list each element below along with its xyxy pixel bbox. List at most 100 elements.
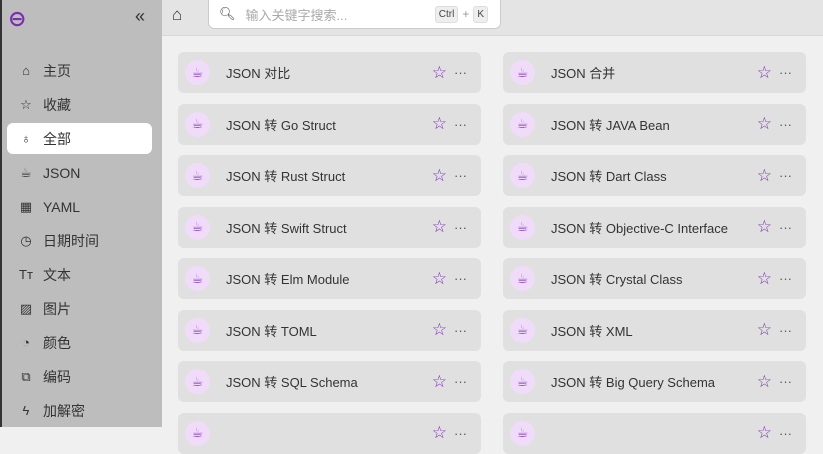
kbd-plus: + [462,7,470,21]
tool-title: JSON 对比 [226,66,291,81]
cup-icon: ☕ [20,164,32,180]
sidebar-item-4[interactable]: ▦ YAML [7,191,152,222]
more-icon[interactable]: ··· [779,271,792,286]
tool-card[interactable]: ☕ JSON 转 Objective-C Interface ☆ ··· [503,206,806,248]
tool-card[interactable]: ☕ JSON 转 Dart Class ☆ ··· [503,155,806,196]
cup-icon: ☕ [510,317,535,343]
tool-title: JSON 转 Swift Struct [226,220,347,236]
more-icon[interactable]: ··· [454,271,467,286]
favorite-star-icon[interactable]: ☆ [432,217,447,237]
home-icon[interactable]: ⌂ [172,5,182,25]
logo-icon: ⊖ [8,6,27,31]
favorite-star-icon[interactable]: ☆ [432,372,447,392]
more-icon[interactable]: ··· [454,323,467,338]
tool-card[interactable]: ☕ ☆ ··· [178,412,481,454]
favorite-star-icon[interactable]: ☆ [432,320,447,340]
tool-title: JSON 转 Dart Class [551,169,667,184]
cup-icon: ☕ [185,420,210,446]
cup-icon: ☕ [185,111,210,137]
sidebar-item-8[interactable]: ◔ 颜色 [7,327,152,358]
sidebar-item-1[interactable]: ☆ 收藏 [7,89,152,120]
search-icon: 🔍︎ [219,6,236,21]
cup-icon: ☕ [185,60,210,85]
cup-icon: ☕ [510,266,535,291]
rocket-icon: ♁ [21,131,31,146]
favorite-star-icon[interactable]: ☆ [432,423,447,443]
tool-card[interactable]: ☕ JSON 对比 ☆ ··· [178,52,481,93]
grid-icon: ▦ [19,198,33,214]
favorite-star-icon[interactable]: ☆ [432,269,447,289]
encode-icon: ⧉ [21,368,31,384]
cup-icon: ☕ [510,163,535,188]
tool-title: JSON 转 Objective-C Interface [551,220,728,236]
tool-card[interactable]: ☕ JSON 转 XML ☆ ··· [503,309,806,351]
search-placeholder: 输入关键字搜索... [245,7,348,23]
tool-card[interactable]: ☕ JSON 转 TOML ☆ ··· [178,309,481,351]
tool-card[interactable]: ☕ ☆ ··· [503,412,806,454]
search-input[interactable]: 🔍︎ 输入关键字搜索... Ctrl + K [208,0,501,29]
more-icon[interactable]: ··· [779,168,792,183]
sidebar-item-0[interactable]: ⌂ 主页 [7,55,152,86]
tool-title: JSON 转 Elm Module [226,272,350,287]
tool-card[interactable]: ☕ JSON 转 SQL Schema ☆ ··· [178,361,481,402]
sidebar-item-label: 文本 [43,266,71,283]
more-icon[interactable]: ··· [779,323,792,338]
more-icon[interactable]: ··· [779,374,792,389]
collapse-sidebar-icon[interactable]: « [135,6,145,27]
favorite-star-icon[interactable]: ☆ [432,166,447,186]
sidebar-item-label: 图片 [43,300,71,317]
more-icon[interactable]: ··· [779,65,792,80]
more-icon[interactable]: ··· [454,374,467,389]
more-icon[interactable]: ··· [779,220,792,235]
sidebar-item-2[interactable]: ♁ 全部 [7,123,152,154]
favorite-star-icon[interactable]: ☆ [757,114,772,134]
sidebar-item-label: YAML [43,198,81,215]
more-icon[interactable]: ··· [454,168,467,183]
sidebar-item-label: 全部 [43,130,71,147]
sidebar-item-label: 收藏 [43,96,71,113]
favorite-star-icon[interactable]: ☆ [757,320,772,340]
more-icon[interactable]: ··· [454,220,467,235]
favorite-star-icon[interactable]: ☆ [757,166,772,186]
image-icon: ▨ [19,300,33,316]
favorite-star-icon[interactable]: ☆ [757,423,772,443]
sidebar-item-9[interactable]: ⧉ 编码 [7,361,152,392]
more-icon[interactable]: ··· [454,117,467,132]
sidebar-item-10[interactable]: ϟ 加解密 [7,395,152,426]
tool-card[interactable]: ☕ JSON 转 Big Query Schema ☆ ··· [503,361,806,402]
sidebar-item-label: JSON [43,164,81,181]
favorite-star-icon[interactable]: ☆ [757,269,772,289]
favorite-star-icon[interactable]: ☆ [757,372,772,392]
cup-icon: ☕ [185,317,210,343]
tool-title: JSON 转 TOML [226,323,317,339]
tool-card[interactable]: ☕ JSON 合并 ☆ ··· [503,52,806,93]
tool-title: JSON 转 XML [551,323,633,339]
sidebar-item-7[interactable]: ▨ 图片 [7,293,152,324]
tool-card[interactable]: ☕ JSON 转 JAVA Bean ☆ ··· [503,103,806,145]
sidebar-item-6[interactable]: Tт 文本 [7,259,152,290]
tool-card[interactable]: ☕ JSON 转 Elm Module ☆ ··· [178,258,481,299]
more-icon[interactable]: ··· [779,117,792,132]
tool-card[interactable]: ☕ JSON 转 Crystal Class ☆ ··· [503,258,806,299]
sidebar-item-label: 编码 [43,368,71,385]
cup-icon: ☕ [185,214,210,240]
sidebar-item-5[interactable]: ◷ 日期时间 [7,225,152,256]
favorite-star-icon[interactable]: ☆ [757,63,772,83]
tool-card[interactable]: ☕ JSON 转 Swift Struct ☆ ··· [178,206,481,248]
tool-title: JSON 转 Crystal Class [551,272,683,287]
favorite-star-icon[interactable]: ☆ [432,114,447,134]
more-icon[interactable]: ··· [779,426,792,441]
more-icon[interactable]: ··· [454,426,467,441]
sidebar-item-3[interactable]: ☕ JSON [7,157,152,188]
tool-card[interactable]: ☕ JSON 转 Rust Struct ☆ ··· [178,155,481,196]
tool-card[interactable]: ☕ JSON 转 Go Struct ☆ ··· [178,103,481,145]
sidebar-item-label: 颜色 [43,334,71,351]
cup-icon: ☕ [510,420,535,446]
more-icon[interactable]: ··· [454,65,467,80]
favorite-star-icon[interactable]: ☆ [432,63,447,83]
sidebar: ⊖ « ⌂ 主页 ☆ 收藏 ♁ 全部 ☕ JSON ▦ YAML ◷ 日期时间 Tт 文本 ▨ 图片 ◔ 颜色 ⧉ 编… [0,0,162,427]
sidebar-item-label: 主页 [43,62,71,79]
cup-icon: ☕ [185,369,210,394]
star-icon: ☆ [20,96,32,112]
favorite-star-icon[interactable]: ☆ [757,217,772,237]
